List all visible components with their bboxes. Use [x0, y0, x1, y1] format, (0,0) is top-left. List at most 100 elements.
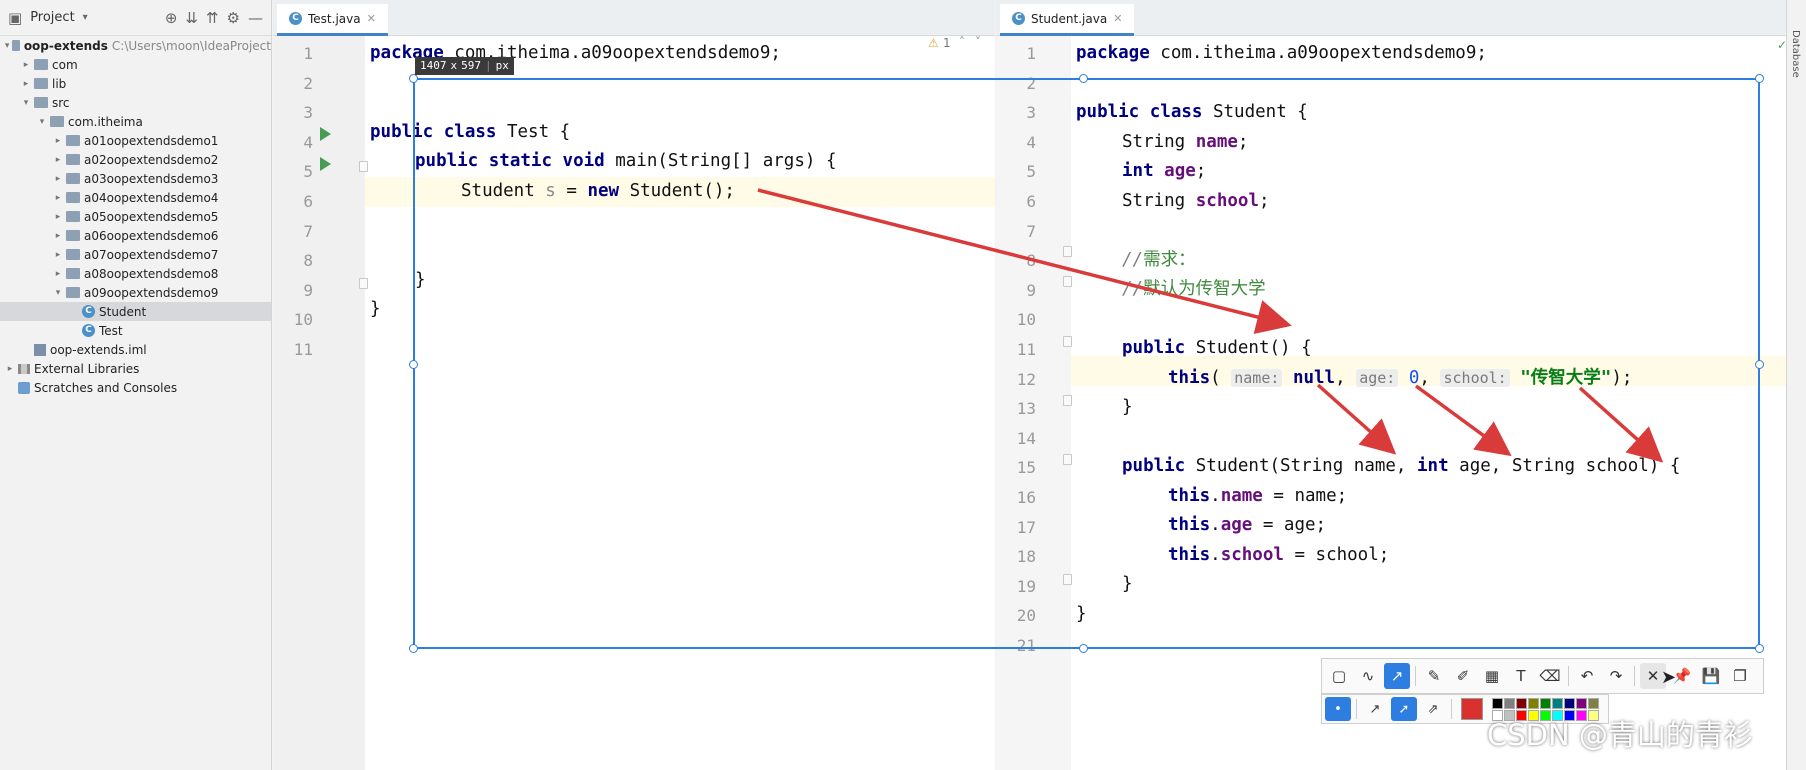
fold-icon[interactable] — [1063, 276, 1072, 287]
tree-item[interactable]: ▸ a02oopextendsdemo2 — [0, 150, 271, 169]
chevron-right-icon[interactable]: ▸ — [52, 231, 64, 241]
tree-item[interactable]: ▸ a07oopextendsdemo7 — [0, 245, 271, 264]
chevron-right-icon[interactable]: ▸ — [4, 364, 16, 374]
minimize-icon[interactable]: — — [248, 9, 263, 27]
color-swatch[interactable] — [1576, 697, 1587, 709]
tab-test-java[interactable]: C Test.java ✕ — [277, 4, 388, 36]
chevron-right-icon[interactable]: ▸ — [52, 269, 64, 279]
redo-icon[interactable]: ↷ — [1603, 663, 1629, 689]
tree-item[interactable]: ▸ a04oopextendsdemo4 — [0, 188, 271, 207]
chevron-down-icon[interactable]: ▾ — [52, 288, 64, 298]
tree-item[interactable]: ▾ a09oopextendsdemo9 — [0, 283, 271, 302]
chevron-down-icon[interactable]: ▾ — [36, 117, 48, 127]
tree-item[interactable]: ▸ a06oopextendsdemo6 — [0, 226, 271, 245]
pen-icon[interactable]: ✎ — [1421, 663, 1447, 689]
fold-icon[interactable] — [1063, 574, 1072, 585]
param-hint-age: age: — [1356, 369, 1399, 387]
tree-item[interactable]: Scratches and Consoles — [0, 378, 271, 397]
left-editor[interactable]: 1 2 3 4 5 6 7 8 9 10 11 ⚠ 1 ˄ ˅ package com.itheim… — [273, 36, 995, 770]
tab-student-java[interactable]: C Student.java ✕ — [1000, 4, 1135, 36]
project-header-label[interactable]: Project — [30, 10, 74, 25]
mosaic-icon[interactable]: ▦ — [1479, 663, 1505, 689]
chevron-right-icon[interactable]: ▸ — [52, 155, 64, 165]
chevron-right-icon[interactable]: ▸ — [20, 79, 32, 89]
undo-icon[interactable]: ↶ — [1574, 663, 1600, 689]
tree-item[interactable]: oop-extends.iml — [0, 340, 271, 359]
copy-icon[interactable]: ❐ — [1727, 663, 1753, 689]
tree-item[interactable]: ▾ com.itheima — [0, 112, 271, 131]
line-number: 10 — [1016, 310, 1036, 330]
current-color-swatch[interactable] — [1461, 698, 1483, 720]
code-line-11: public Student() { — [1122, 334, 1312, 364]
database-tool-label[interactable]: Database — [1790, 30, 1801, 78]
rect-select-icon[interactable]: ▢ — [1326, 663, 1352, 689]
color-swatch[interactable] — [1504, 697, 1515, 709]
dot-size-icon[interactable]: • — [1325, 697, 1351, 721]
chevron-down-icon[interactable]: ▾ — [83, 12, 88, 23]
type-string: String — [1122, 132, 1196, 152]
chevron-right-icon[interactable]: ▸ — [20, 60, 32, 70]
eraser-icon[interactable]: ⌫ — [1537, 663, 1563, 689]
tree-item[interactable]: C Student — [0, 302, 271, 321]
chevron-right-icon[interactable]: ▸ — [52, 174, 64, 184]
tree-item[interactable]: ▸ a03oopextendsdemo3 — [0, 169, 271, 188]
tree-item[interactable]: ▸ a05oopextendsdemo5 — [0, 207, 271, 226]
chevron-down-icon[interactable]: ▾ — [4, 41, 10, 51]
chevron-right-icon[interactable]: ▸ — [52, 212, 64, 222]
folder-icon — [66, 135, 80, 146]
close-icon[interactable]: ✕ — [367, 12, 376, 25]
arrow-icon[interactable]: ↗ — [1384, 663, 1410, 689]
tree-item[interactable]: C Test — [0, 321, 271, 340]
tree-item[interactable]: ▸ lib — [0, 74, 271, 93]
tree-item[interactable]: ▸ a08oopextendsdemo8 — [0, 264, 271, 283]
fold-icon[interactable] — [1063, 395, 1072, 406]
comment-slashes: // — [1122, 279, 1144, 299]
color-swatch[interactable] — [1552, 697, 1563, 709]
kw-public: public — [370, 122, 434, 142]
fold-icon[interactable] — [1063, 454, 1072, 465]
text-icon[interactable]: T — [1508, 663, 1534, 689]
fold-icon[interactable] — [359, 161, 368, 172]
warning-icon[interactable]: ⚠ — [928, 36, 939, 50]
chevron-up-icon[interactable]: ˄ — [959, 36, 965, 49]
color-swatch[interactable] — [1564, 697, 1575, 709]
color-swatch[interactable] — [1492, 697, 1503, 709]
chevron-down-icon[interactable]: ▾ — [20, 98, 32, 108]
close-brace: } — [415, 270, 426, 290]
chevron-right-icon[interactable]: ▸ — [52, 250, 64, 260]
project-tree: ▾ oop-extends C:\Users\moon\IdeaProject ▸ co… — [0, 36, 271, 397]
tree-item[interactable]: ▸ External Libraries — [0, 359, 271, 378]
gear-icon[interactable]: ⚙ — [227, 9, 240, 27]
tree-item-label: lib — [52, 76, 67, 91]
close-icon[interactable]: ✕ — [1113, 12, 1122, 25]
tree-item[interactable]: ▸ a01oopextendsdemo1 — [0, 131, 271, 150]
thin-arrow-icon[interactable]: ↗ — [1362, 697, 1388, 721]
color-swatch[interactable] — [1540, 697, 1551, 709]
tree-item[interactable]: ▸ com — [0, 55, 271, 74]
run-class-icon[interactable] — [320, 127, 331, 141]
fold-icon[interactable] — [359, 278, 368, 289]
marker-icon[interactable]: ✐ — [1450, 663, 1476, 689]
tree-item[interactable]: ▾ oop-extends C:\Users\moon\IdeaProject — [0, 36, 271, 55]
fold-icon[interactable] — [1063, 246, 1072, 257]
chevron-right-icon[interactable]: ▸ — [52, 193, 64, 203]
chevron-right-icon[interactable]: ▸ — [52, 136, 64, 146]
save-icon[interactable]: 💾 — [1698, 663, 1724, 689]
line-number: 1 — [303, 44, 313, 63]
run-main-icon[interactable] — [320, 157, 331, 171]
color-swatch[interactable] — [1528, 697, 1539, 709]
collapse-all-icon[interactable]: ⇈ — [206, 9, 219, 27]
fold-icon[interactable] — [1063, 336, 1072, 347]
ctor-full-b: age, String school) { — [1448, 456, 1681, 476]
locate-icon[interactable]: ⊕ — [165, 9, 178, 27]
right-tabbar: C Student.java ✕ — [996, 0, 1786, 36]
chevron-down-icon[interactable]: ˅ — [975, 36, 981, 49]
thick-arrow-icon[interactable]: ➚ — [1391, 697, 1417, 721]
color-swatch[interactable] — [1516, 697, 1527, 709]
freehand-icon[interactable]: ∿ — [1355, 663, 1381, 689]
expand-all-icon[interactable]: ⇊ — [185, 9, 198, 27]
color-swatch[interactable] — [1588, 697, 1599, 709]
outline-arrow-icon[interactable]: ⇗ — [1420, 697, 1446, 721]
folder-icon — [66, 154, 80, 165]
tree-item[interactable]: ▾ src — [0, 93, 271, 112]
